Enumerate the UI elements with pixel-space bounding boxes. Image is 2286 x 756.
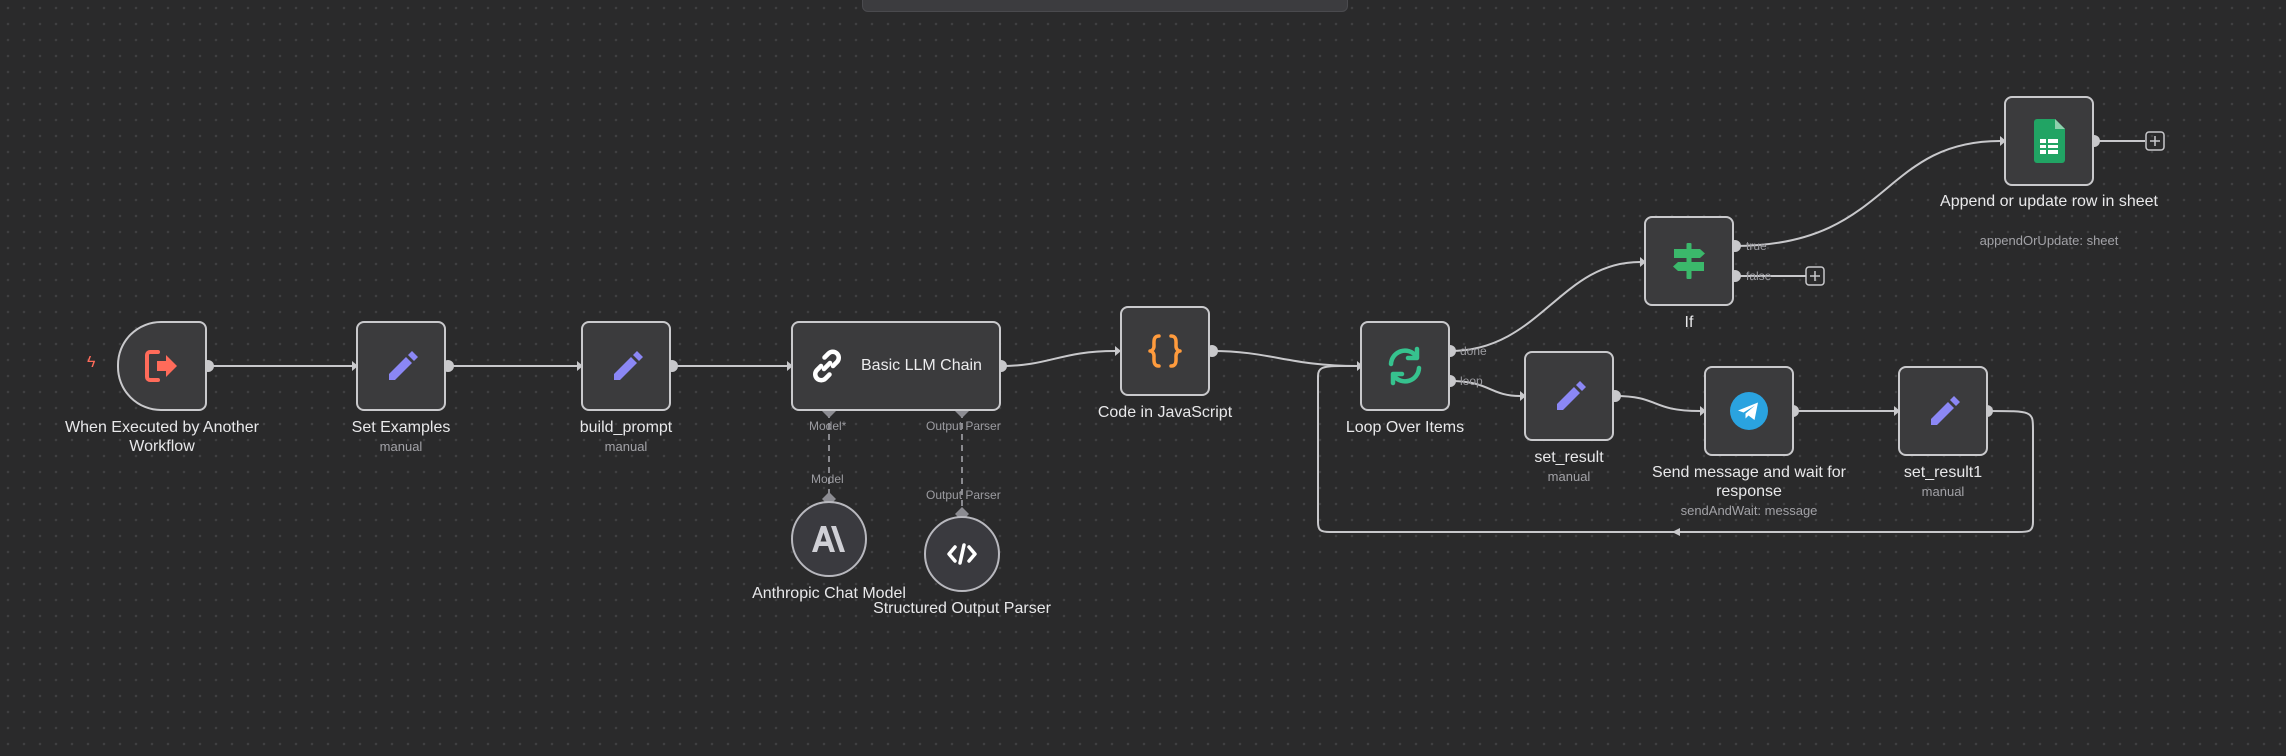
node-when-executed-label: When Executed by Another Workflow [65,419,259,455]
if-port-true: true [1746,239,1767,253]
node-append-sheet-label: Append or update row in sheet [1940,193,2158,210]
loop-port-done: done [1460,344,1487,358]
braces-icon [1144,330,1186,372]
signpost-icon [1668,240,1710,282]
node-when-executed[interactable] [117,321,207,411]
node-telegram-send-sub: sendAndWait: message [1680,503,1818,518]
node-code-javascript-label: Code in JavaScript [1097,404,1233,421]
wire-llm-code [1000,350,1116,367]
wire-code-loop [1211,350,1358,367]
code-icon [947,542,977,566]
node-append-sheet[interactable] [2004,96,2094,186]
node-structured-output-parser[interactable] [924,516,1000,592]
lightning-icon: ϟ [87,354,96,371]
loop-port-loop: loop [1460,374,1483,388]
sign-out-icon [142,346,182,386]
wire-loop-if [1449,261,1641,352]
node-set-examples[interactable] [356,321,446,411]
node-set-result1-label: set_result1 [1903,464,1983,481]
node-parser-label: Structured Output Parser [873,600,1051,617]
node-anthropic-chat-model[interactable] [791,501,867,577]
node-loop-over-items-label: Loop Over Items [1345,419,1465,436]
telegram-icon [1729,391,1769,431]
node-set-result[interactable] [1524,351,1614,441]
wire-setresult-telegram [1614,395,1701,412]
node-set-result1[interactable] [1898,366,1988,456]
node-loop-over-items[interactable] [1360,321,1450,411]
node-if-label: If [1684,314,1694,331]
if-port-false: false [1746,269,1772,283]
llm-port-parser: Output Parser [926,419,1001,433]
node-build-prompt[interactable] [581,321,671,411]
pencil-icon [1549,376,1589,416]
node-code-javascript[interactable] [1120,306,1210,396]
llm-port-model: Model* [809,419,847,433]
node-build-prompt-sub: manual [604,439,648,454]
pencil-icon [1923,391,1963,431]
pencil-icon [606,346,646,386]
anthropic-port-label: Model [811,472,844,486]
pencil-icon [381,346,421,386]
link-icon [807,346,847,386]
anthropic-icon [812,526,846,552]
node-basic-llm-chain[interactable]: Basic LLM Chain [791,321,1001,411]
node-basic-llm-chain-label: Basic LLM Chain [861,357,982,374]
node-set-result1-sub: manual [1921,484,1965,499]
node-if[interactable] [1644,216,1734,306]
node-set-examples-sub: manual [379,439,423,454]
parser-port-label: Output Parser [926,488,1001,502]
sync-icon [1383,344,1427,388]
google-sheets-icon [2031,119,2067,163]
node-build-prompt-label: build_prompt [579,419,673,436]
node-telegram-send[interactable] [1704,366,1794,456]
node-append-sheet-sub: appendOrUpdate: sheet [1979,233,2119,248]
node-set-examples-label: Set Examples [351,419,451,436]
